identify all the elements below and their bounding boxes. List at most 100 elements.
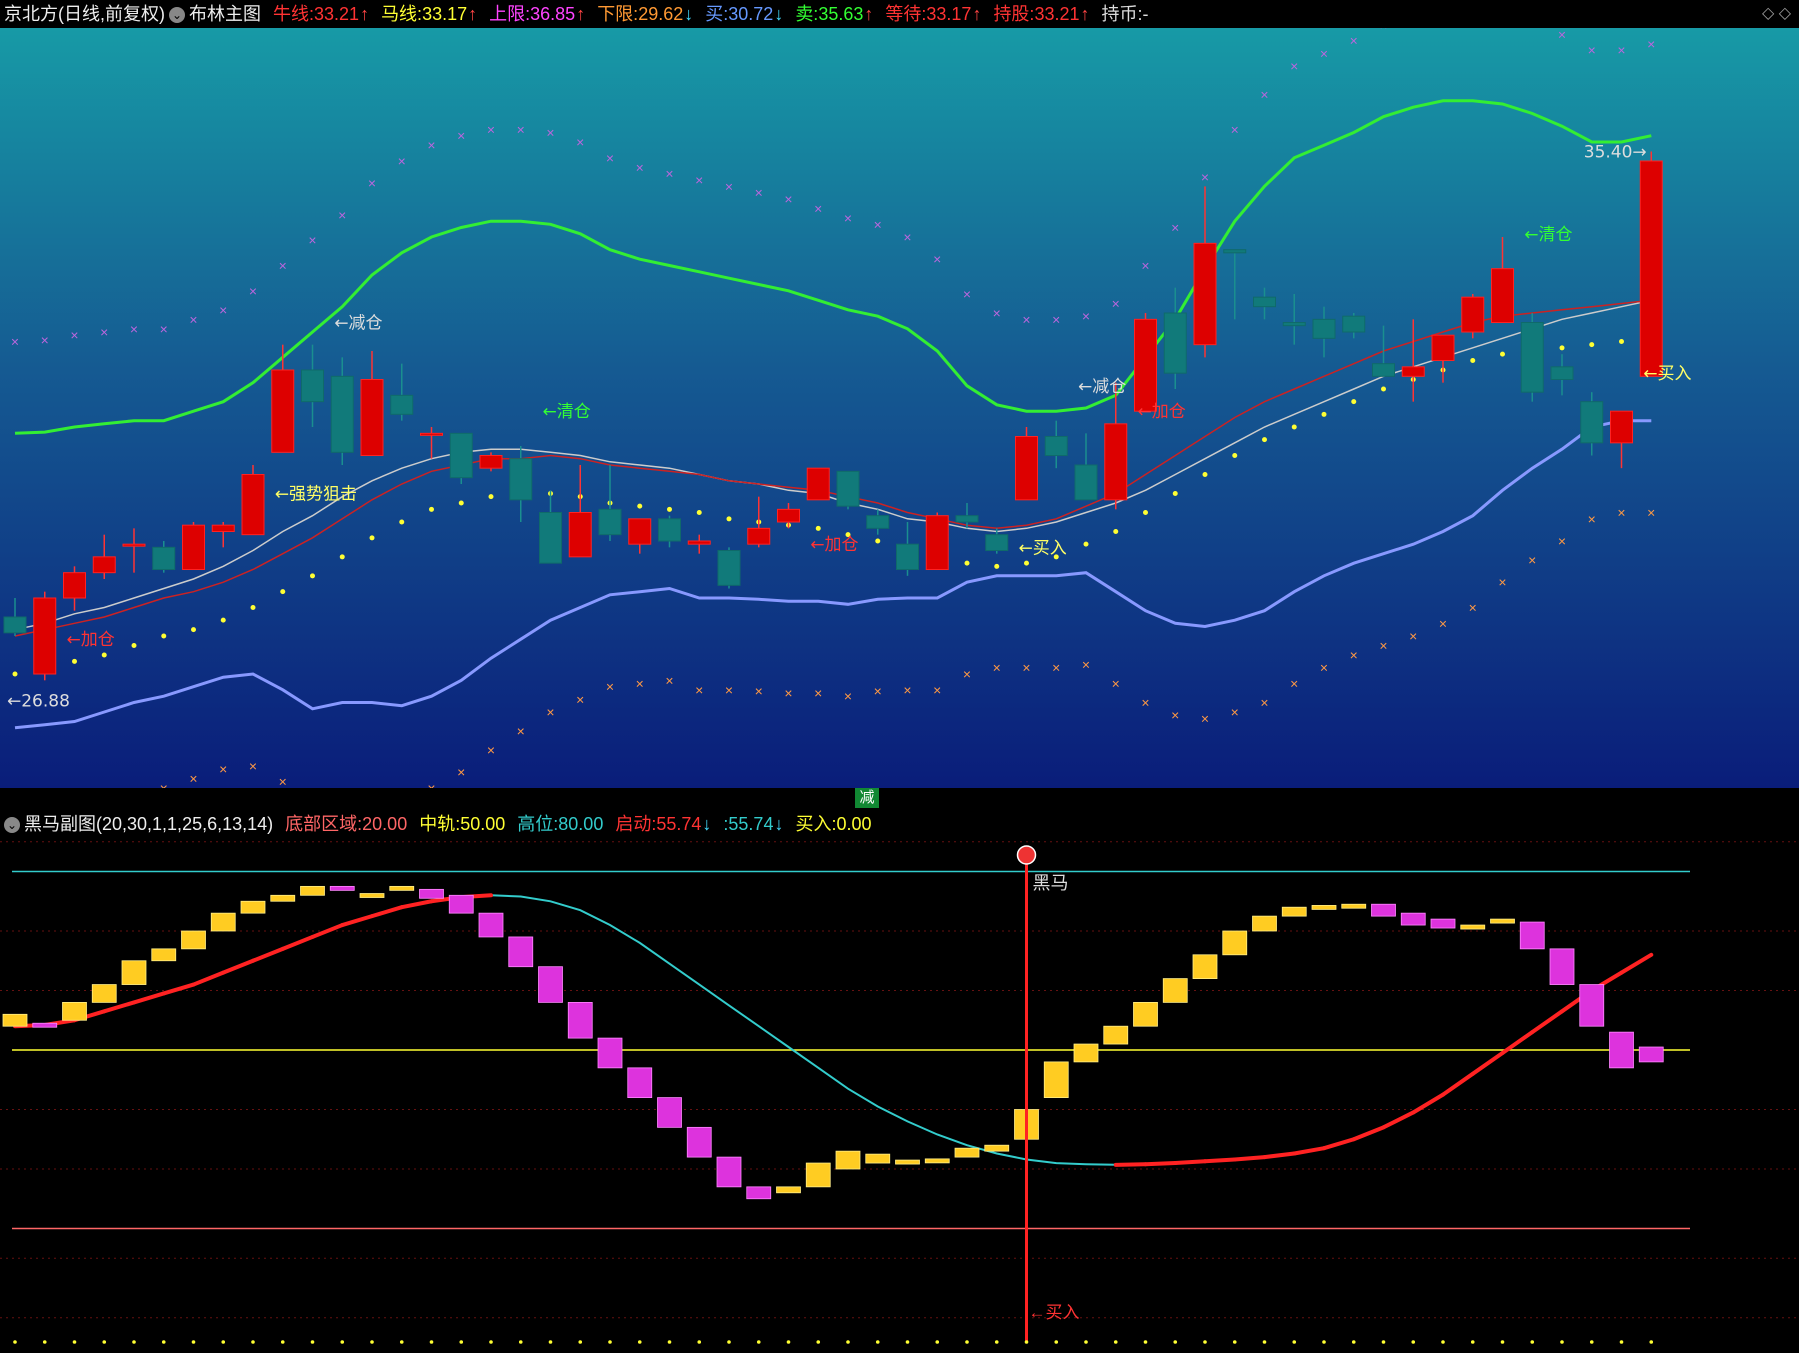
upper-x-marker: × — [1350, 33, 1358, 49]
indicator-dropdown-icon[interactable]: ⌄ — [169, 7, 185, 24]
bottom-dot — [1262, 1340, 1267, 1344]
lower-x-marker: × — [457, 764, 465, 780]
bottom-dot — [221, 1340, 226, 1344]
candle-up — [241, 474, 265, 536]
header-value: 33.21 — [314, 4, 360, 24]
sub-indicator-dropdown-icon[interactable]: ⌄ — [4, 817, 20, 834]
bottom-dot — [251, 1340, 255, 1344]
gold-bar — [835, 1150, 861, 1170]
signal-line-red — [1203, 1157, 1237, 1164]
header-label: 上限: — [489, 4, 531, 24]
bottom-dot — [518, 1340, 523, 1344]
lower-x-marker: × — [1082, 657, 1090, 673]
magenta-bar — [657, 1097, 682, 1128]
support-dot — [220, 617, 226, 623]
header-label: 持股: — [993, 4, 1035, 24]
support-dot — [1024, 560, 1029, 566]
candle-up — [479, 455, 503, 469]
bottom-dot — [816, 1340, 821, 1344]
candle-up — [1639, 160, 1663, 377]
bottom-dot — [399, 1340, 404, 1344]
lower-x-marker: × — [546, 704, 554, 720]
candle-up — [271, 369, 295, 453]
bottom-dot — [1619, 1340, 1624, 1344]
bottom-dot — [1381, 1340, 1386, 1344]
upper-x-marker: × — [665, 166, 673, 182]
sub-header-item-5: 买入:0.00 — [795, 810, 871, 838]
sub-header-value: 50.00 — [460, 814, 506, 834]
sub-header-value: 20.00 — [362, 814, 408, 834]
signal-line-red — [1113, 1162, 1148, 1167]
gold-bar — [1073, 1043, 1099, 1063]
signal-line-red — [1143, 1161, 1178, 1167]
bottom-dot — [846, 1340, 850, 1344]
upper-x-marker: × — [427, 137, 435, 153]
magenta-bar — [1609, 1031, 1634, 1069]
bottom-dot — [340, 1340, 345, 1344]
bottom-dot — [1560, 1340, 1564, 1344]
upper-x-marker: × — [1528, 28, 1536, 30]
gold-bar — [1192, 954, 1218, 980]
signal-label: ←买入 — [1019, 538, 1067, 558]
support-dot — [191, 627, 196, 633]
sub-chart: 黑马 ←买入 — [0, 838, 1799, 1353]
upper-x-marker: × — [903, 229, 911, 245]
upper-x-marker: × — [1260, 87, 1268, 103]
support-dot — [1500, 351, 1505, 357]
lower-x-marker: × — [1350, 647, 1358, 663]
sub-chart-background — [0, 838, 1799, 1353]
candle-up — [747, 527, 771, 545]
lower-x-marker: × — [219, 761, 227, 777]
signal-label: ←清仓 — [543, 402, 591, 422]
magenta-bar — [1400, 912, 1426, 926]
candle-up — [420, 432, 443, 436]
support-dot — [875, 538, 881, 544]
candle-down — [1580, 401, 1604, 444]
support-dot — [488, 494, 494, 500]
lower-x-marker: × — [1260, 695, 1268, 711]
gold-bar — [270, 894, 296, 902]
upper-x-marker: × — [844, 210, 852, 226]
support-dot — [1619, 339, 1624, 344]
candle-up — [1491, 268, 1514, 324]
upper-x-marker: × — [1141, 258, 1149, 274]
magenta-bar — [1371, 903, 1396, 917]
signal-label: ←加仓 — [810, 535, 858, 555]
upper-x-marker: × — [100, 324, 108, 340]
upper-x-marker: × — [487, 121, 495, 137]
upper-x-marker: × — [695, 172, 703, 188]
window-controls[interactable]: ◇ ◇ — [1762, 0, 1791, 28]
gold-bar — [240, 900, 266, 914]
indicator-name[interactable]: 布林主图 — [189, 4, 261, 24]
support-dot — [72, 658, 77, 664]
magenta-bar — [686, 1126, 712, 1158]
candle-down — [1044, 436, 1068, 456]
candle-down — [598, 508, 622, 536]
upper-x-marker: × — [755, 185, 763, 201]
chart-header: 京北方(日线,前复权) ⌄ 布林主图 牛线:33.21↑ 马线:33.17↑ 上限:36.… — [0, 0, 1799, 28]
lower-x-marker: × — [1498, 574, 1506, 590]
candle-down — [1372, 363, 1395, 377]
lower-x-marker: × — [1588, 511, 1596, 527]
upper-x-marker: × — [189, 311, 197, 327]
gold-bar — [895, 1159, 920, 1165]
candle-up — [1461, 296, 1485, 333]
candle-down — [717, 550, 741, 586]
lower-x-marker: × — [160, 780, 168, 788]
sub-header-value: 55.74 — [728, 814, 774, 834]
support-dot — [964, 560, 970, 566]
bottom-dot — [756, 1340, 761, 1344]
support-dot — [131, 643, 137, 648]
magenta-bar — [1549, 948, 1575, 985]
bottom-dot — [1322, 1340, 1326, 1344]
candle-down — [301, 369, 324, 403]
support-dot — [339, 554, 345, 560]
candle-up — [687, 540, 711, 545]
upper-x-marker: × — [725, 178, 733, 194]
header-value: 33.17 — [422, 4, 468, 24]
upper-x-marker: × — [1617, 42, 1625, 58]
lower-x-marker: × — [1439, 615, 1447, 631]
upper-x-marker: × — [784, 191, 792, 207]
sub-indicator-name[interactable]: 黑马副图 — [24, 814, 96, 834]
candle-up — [1134, 318, 1157, 412]
